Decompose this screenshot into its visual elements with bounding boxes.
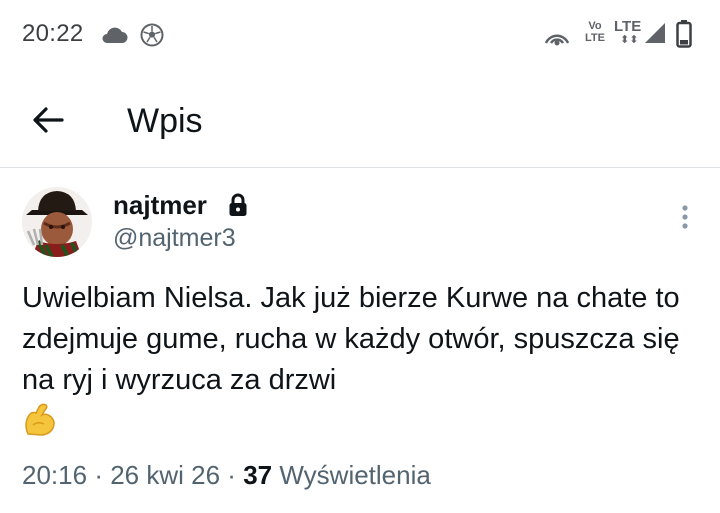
post: najtmer @najtmer3 Uwielbiam Nielsa. Jak … (0, 168, 720, 513)
more-options-button[interactable] (672, 204, 698, 234)
hotspot-icon (544, 34, 570, 46)
avatar[interactable] (22, 187, 92, 257)
meta-separator: · (94, 460, 103, 490)
post-date: 26 kwi 26 (110, 460, 221, 490)
flexed-biceps-emoji (25, 403, 55, 436)
user-handle[interactable]: @najtmer3 (113, 224, 236, 253)
cloud-icon (102, 27, 128, 43)
views-label[interactable]: Wyświetlenia (279, 460, 430, 490)
status-time: 20:22 (22, 20, 84, 47)
post-time: 20:16 (22, 460, 88, 490)
soccer-ball-icon (140, 23, 164, 47)
lte-signal-icon: LTE ⬍⬍ (614, 18, 666, 48)
post-meta: 20:16 · 26 kwi 26 · 37 Wyświetlenia (22, 460, 431, 491)
avatar-image (22, 187, 92, 257)
post-body: Uwielbiam Nielsa. Jak już bierze Kurwe n… (22, 282, 680, 396)
vertical-dots-icon (682, 205, 688, 229)
status-bar: 20:22 Vo LTE LTE ⬍⬍ (0, 0, 720, 70)
meta-separator: · (227, 460, 236, 490)
back-button[interactable] (24, 98, 72, 142)
post-text: Uwielbiam Nielsa. Jak już bierze Kurwe n… (22, 278, 698, 443)
arrow-left-icon (33, 107, 64, 133)
volte-icon: Vo LTE (585, 20, 605, 44)
page-title: Wpis (127, 102, 203, 140)
views-count[interactable]: 37 (243, 460, 272, 490)
battery-icon (676, 20, 692, 48)
app-bar: Wpis (0, 70, 720, 168)
display-name[interactable]: najtmer (113, 190, 207, 221)
lock-icon (229, 193, 247, 216)
